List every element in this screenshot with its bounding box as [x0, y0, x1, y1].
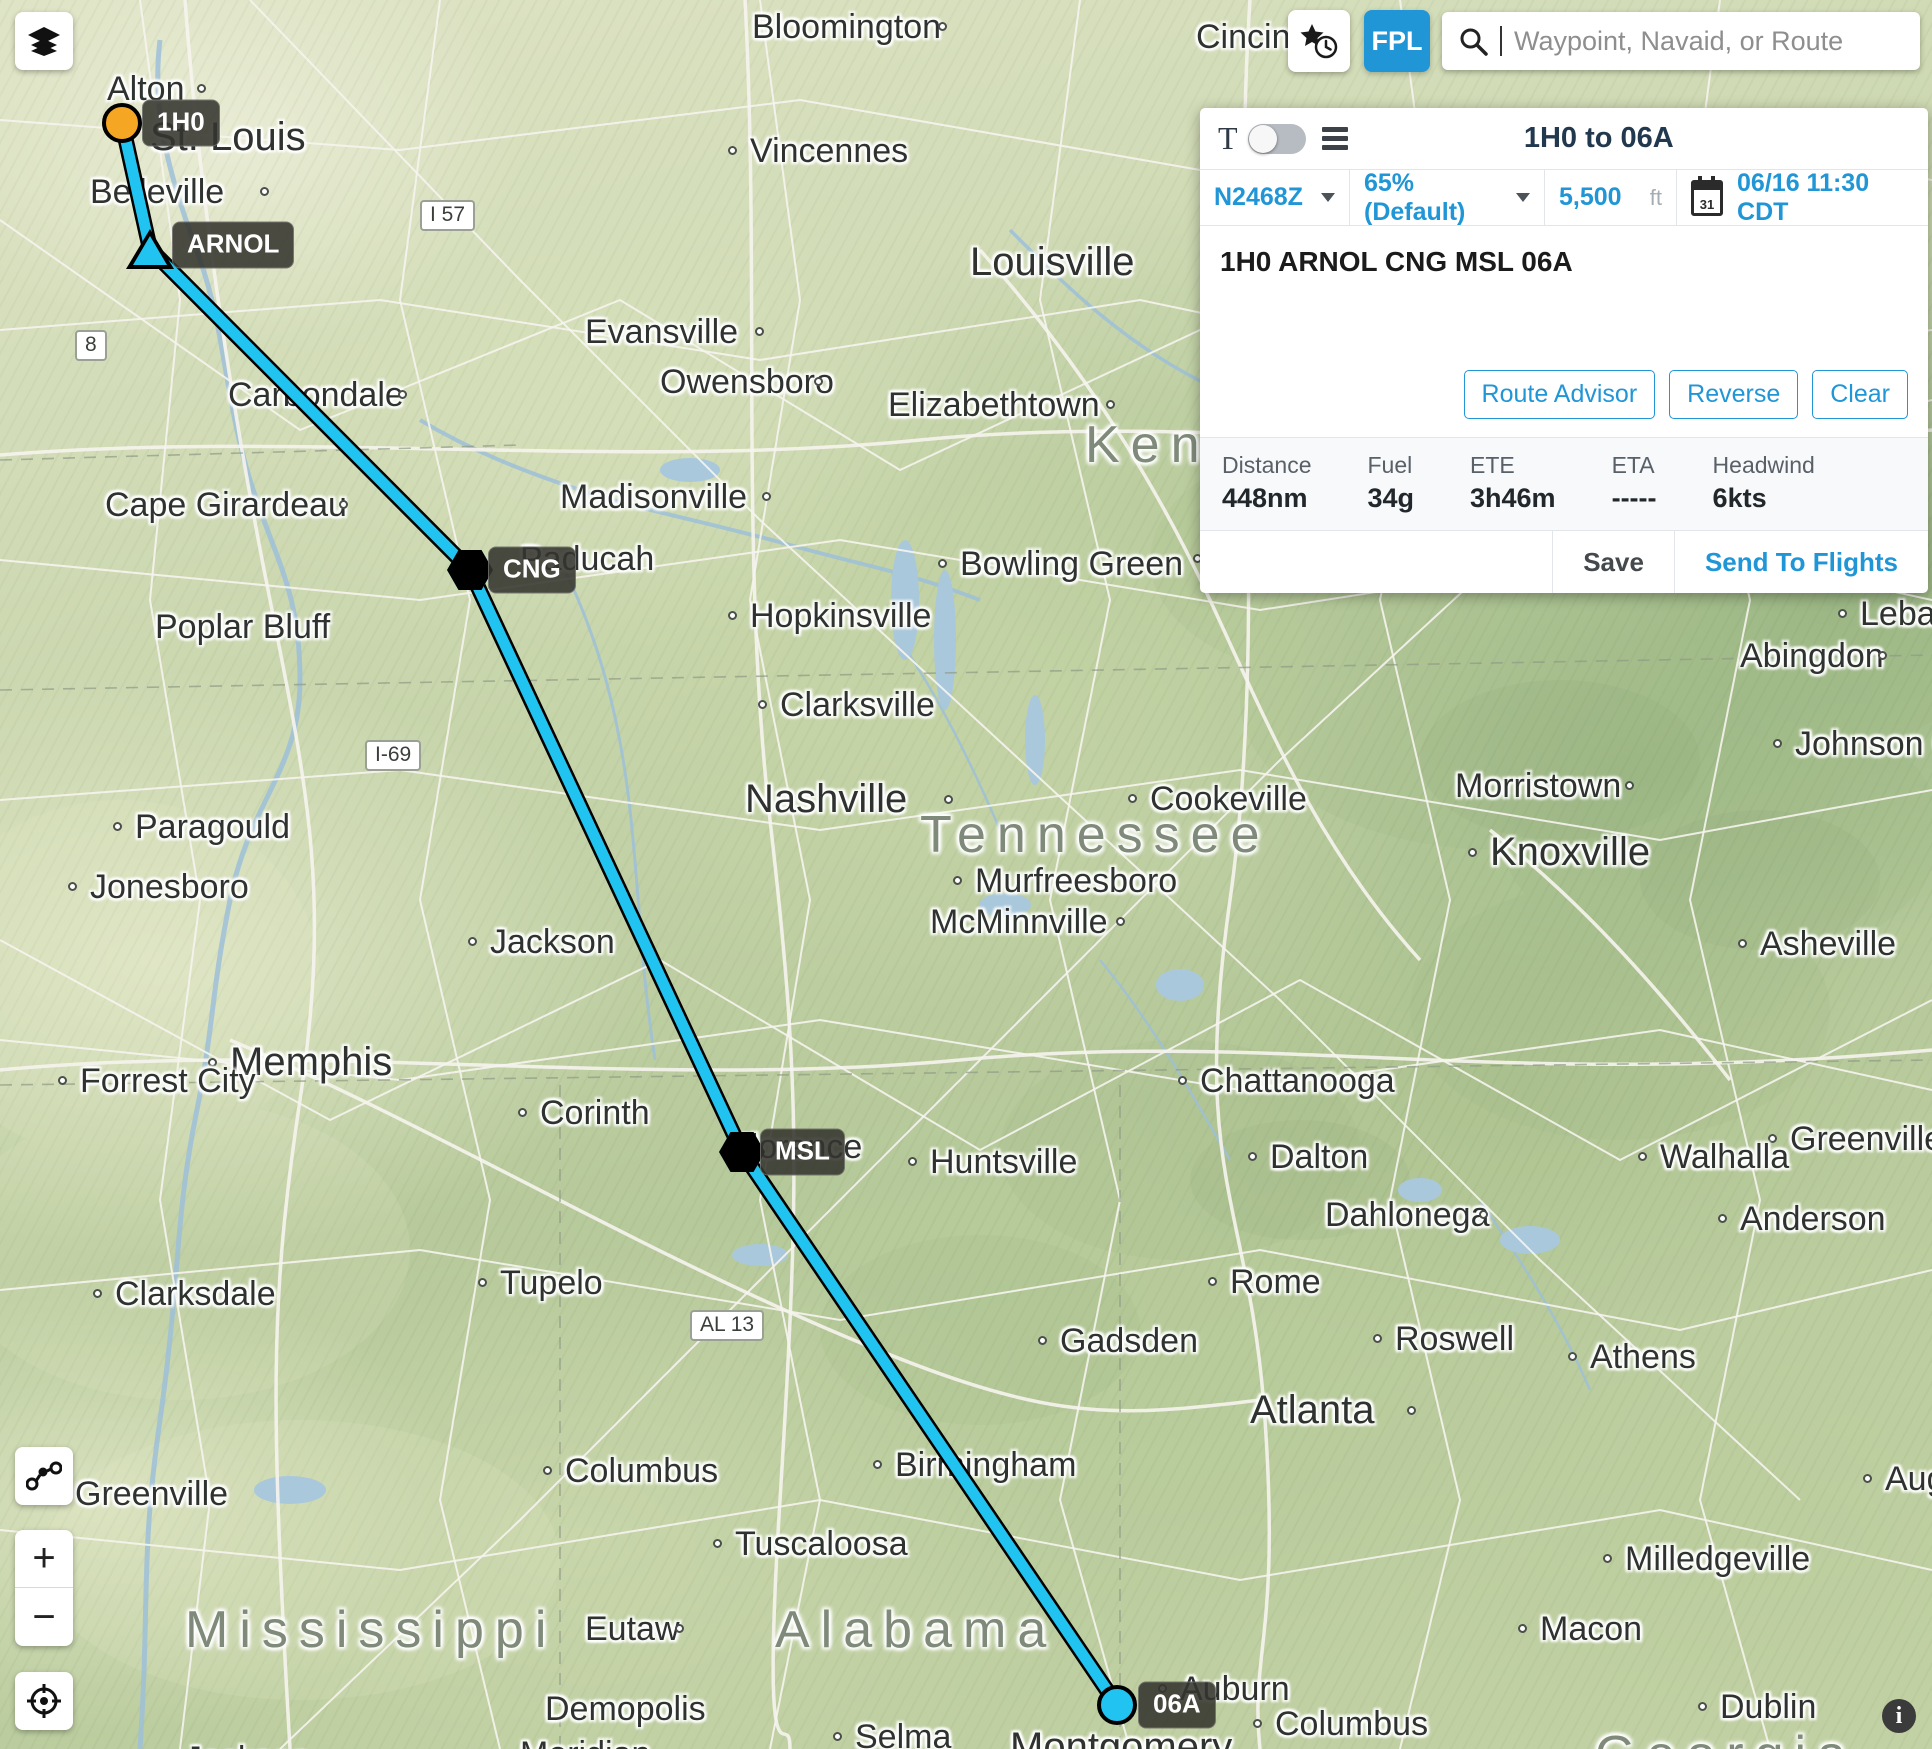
route-string[interactable]: 1H0 ARNOL CNG MSL 06A	[1220, 246, 1908, 278]
waypoint-marker-msl[interactable]	[719, 1132, 765, 1172]
layers-icon	[28, 27, 60, 56]
intersection-triangle-icon	[126, 229, 174, 269]
stat-label: Fuel	[1367, 452, 1413, 478]
save-button[interactable]: Save	[1552, 531, 1674, 593]
flight-stats-row: Distance 448nm Fuel 34g ETE 3h46m ETA ----- Head…	[1200, 437, 1928, 531]
stat-value: 34g	[1367, 483, 1415, 513]
favorites-recent-button[interactable]	[1288, 10, 1350, 72]
waypoint-marker-destination[interactable]	[1097, 1685, 1137, 1725]
crosshair-icon	[27, 1684, 61, 1718]
vor-hexagon-icon	[447, 550, 493, 590]
flight-parameters-row: N2468Z 65% (Default) 5,500 ft 31 06/16 1…	[1200, 168, 1928, 226]
search-icon	[1460, 28, 1488, 56]
stat-eta: ETA -----	[1612, 452, 1657, 514]
route-path-icon	[26, 1461, 62, 1491]
stat-ete: ETE 3h46m	[1470, 452, 1556, 514]
map-zoom-control[interactable]: + −	[15, 1530, 73, 1646]
stat-fuel: Fuel 34g	[1367, 452, 1414, 514]
aircraft-select[interactable]: N2468Z	[1200, 170, 1350, 225]
vor-hexagon-icon	[719, 1132, 765, 1172]
stat-label: Distance	[1222, 452, 1312, 478]
map-locate-button[interactable]	[15, 1672, 73, 1730]
star-clock-icon	[1300, 24, 1338, 59]
aircraft-value: N2468Z	[1214, 183, 1303, 211]
map-highway-shield: AL 13	[690, 1310, 765, 1341]
power-setting-select[interactable]: 65% (Default)	[1350, 168, 1545, 226]
page-title: 1H0 to 06A	[1523, 122, 1674, 154]
altitude-value: 5,500	[1559, 183, 1622, 211]
map-highway-shield: 8	[75, 330, 107, 361]
stat-label: ETE	[1470, 452, 1515, 478]
flight-planner-app: Bloomington Cincinnati Alton St. Louis Vince…	[0, 0, 1932, 1749]
route-input-area[interactable]: 1H0 ARNOL CNG MSL 06A	[1200, 226, 1928, 356]
send-to-flights-button[interactable]: Send To Flights	[1673, 531, 1928, 593]
map-route-tool-button[interactable]	[15, 1447, 73, 1505]
stat-label: Headwind	[1712, 452, 1815, 478]
calendar-icon: 31	[1691, 175, 1724, 216]
search-bar[interactable]: Waypoint, Navaid, or Route	[1442, 12, 1920, 70]
chevron-down-icon	[1321, 193, 1335, 202]
hamburger-icon[interactable]	[1321, 127, 1348, 150]
stat-value: 448nm	[1222, 483, 1308, 513]
map-info-button[interactable]: i	[1882, 1699, 1916, 1733]
fpl-button[interactable]: FPL	[1364, 10, 1430, 72]
panel-actions-row: Save Send To Flights	[1200, 531, 1928, 593]
reverse-button[interactable]: Reverse	[1669, 370, 1799, 419]
waypoint-label-arnol[interactable]: ARNOL	[172, 221, 295, 269]
zoom-out-button[interactable]: −	[15, 1588, 73, 1646]
panel-header: T 1H0 to 06A	[1200, 108, 1928, 170]
stat-value: 6kts	[1712, 483, 1767, 513]
waypoint-label-1h0[interactable]: 1H0	[142, 99, 220, 147]
search-input[interactable]: Waypoint, Navaid, or Route	[1514, 26, 1843, 57]
clear-button[interactable]: Clear	[1812, 370, 1908, 419]
zoom-in-button[interactable]: +	[15, 1530, 73, 1588]
waypoint-marker-origin[interactable]	[102, 103, 142, 143]
stat-value: 3h46m	[1470, 483, 1556, 513]
stat-label: ETA	[1611, 452, 1655, 478]
map-highway-shield: I-69	[365, 740, 422, 771]
waypoint-label-cng[interactable]: CNG	[488, 546, 576, 594]
departure-datetime-value: 06/16 11:30 CDT	[1737, 168, 1870, 226]
altitude-field[interactable]: 5,500 ft	[1545, 170, 1677, 225]
waypoint-label-06a[interactable]: 06A	[1138, 1681, 1216, 1729]
route-advisor-button[interactable]: Route Advisor	[1463, 370, 1656, 419]
flight-plan-panel: T 1H0 to 06A N2468Z 65% (Default) 5,500 …	[1200, 108, 1928, 593]
text-display-toggle[interactable]	[1247, 123, 1306, 154]
chevron-down-icon	[1516, 193, 1530, 202]
altitude-unit: ft	[1649, 184, 1662, 210]
waypoint-marker-arnol[interactable]	[126, 229, 174, 269]
origin-airport-icon	[102, 103, 142, 143]
waypoint-marker-cng[interactable]	[447, 550, 493, 590]
map-highway-shield: I 57	[420, 200, 476, 231]
map-layers-button[interactable]	[15, 12, 73, 70]
power-value: 65% (Default)	[1364, 168, 1466, 226]
departure-datetime-field[interactable]: 31 06/16 11:30 CDT	[1677, 168, 1928, 226]
text-toggle-label: T	[1218, 120, 1238, 156]
stat-headwind: Headwind 6kts	[1713, 452, 1815, 514]
stat-value: -----	[1611, 483, 1657, 513]
route-action-buttons: Route Advisor Reverse Clear	[1200, 356, 1928, 437]
destination-airport-icon	[1097, 1685, 1137, 1725]
waypoint-label-msl[interactable]: MSL	[760, 1128, 845, 1176]
search-caret	[1500, 26, 1502, 56]
stat-distance: Distance 448nm	[1222, 452, 1311, 514]
